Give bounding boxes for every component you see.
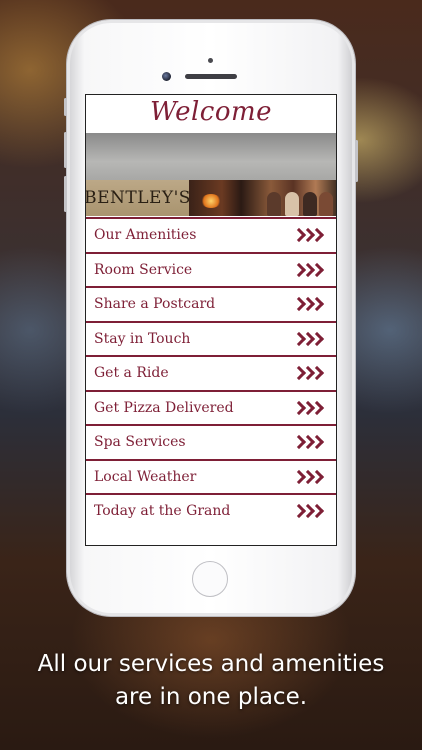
- proximity-sensor: [208, 58, 213, 63]
- menu-item-label: Get a Ride: [94, 365, 169, 382]
- menu-item-room-service[interactable]: Room Service: [86, 251, 336, 286]
- menu-item-local-weather[interactable]: Local Weather: [86, 458, 336, 493]
- menu-item-label: Room Service: [94, 261, 193, 278]
- menu-item-label: Spa Services: [94, 434, 186, 451]
- triple-chevron-right-icon: [291, 400, 325, 415]
- page-title: Welcome: [149, 97, 273, 127]
- promo-caption: All our services and amenities are in on…: [0, 648, 422, 714]
- logo-text: BENTLEY'S: [85, 188, 191, 208]
- triple-chevron-right-icon: [291, 262, 325, 277]
- power-button: [355, 140, 358, 182]
- triple-chevron-right-icon: [291, 469, 325, 484]
- triple-chevron-right-icon: [291, 228, 325, 243]
- fireplace-glow: [201, 194, 221, 208]
- menu-item-share-postcard[interactable]: Share a Postcard: [86, 286, 336, 321]
- caption-line-2: are in one place.: [114, 684, 308, 710]
- triple-chevron-right-icon: [291, 366, 325, 381]
- triple-chevron-right-icon: [291, 297, 325, 312]
- home-button[interactable]: [192, 561, 228, 597]
- menu-item-label: Today at the Grand: [94, 503, 231, 520]
- front-camera-icon: [162, 72, 171, 81]
- menu-item-spa-services[interactable]: Spa Services: [86, 424, 336, 459]
- volume-up-button: [64, 132, 67, 168]
- restaurant-photo: [189, 180, 336, 216]
- menu-item-label: Local Weather: [94, 468, 197, 485]
- menu-item-our-amenities[interactable]: Our Amenities: [86, 217, 336, 252]
- diner-figure: [319, 192, 333, 216]
- diner-figure: [285, 192, 299, 216]
- caption-line-1: All our services and amenities: [37, 651, 385, 677]
- menu-item-label: Our Amenities: [94, 227, 197, 244]
- menu-item-label: Share a Postcard: [94, 296, 216, 313]
- earpiece-speaker: [185, 74, 237, 79]
- menu-item-label: Get Pizza Delivered: [94, 399, 234, 416]
- diner-figure: [303, 192, 317, 216]
- volume-down-button: [64, 176, 67, 212]
- silent-switch: [64, 98, 67, 116]
- diner-figure: [267, 192, 281, 216]
- phone-frame: Welcome BENTLEY'S Our Amenities Room Ser…: [64, 20, 358, 616]
- app-screen: Welcome BENTLEY'S Our Amenities Room Ser…: [85, 94, 337, 546]
- triple-chevron-right-icon: [291, 504, 325, 519]
- restaurant-logo[interactable]: BENTLEY'S: [85, 180, 191, 216]
- triple-chevron-right-icon: [291, 435, 325, 450]
- hotel-banner: BENTLEY'S: [85, 133, 336, 216]
- menu-item-today-at-grand[interactable]: Today at the Grand: [86, 493, 336, 528]
- triple-chevron-right-icon: [291, 331, 325, 346]
- menu-item-label: Stay in Touch: [94, 330, 191, 347]
- menu-item-get-ride[interactable]: Get a Ride: [86, 355, 336, 390]
- app-header: Welcome: [86, 95, 336, 129]
- menu-item-pizza-delivered[interactable]: Get Pizza Delivered: [86, 389, 336, 424]
- services-menu: Our Amenities Room Service Share a Postc…: [86, 217, 336, 528]
- menu-item-stay-in-touch[interactable]: Stay in Touch: [86, 320, 336, 355]
